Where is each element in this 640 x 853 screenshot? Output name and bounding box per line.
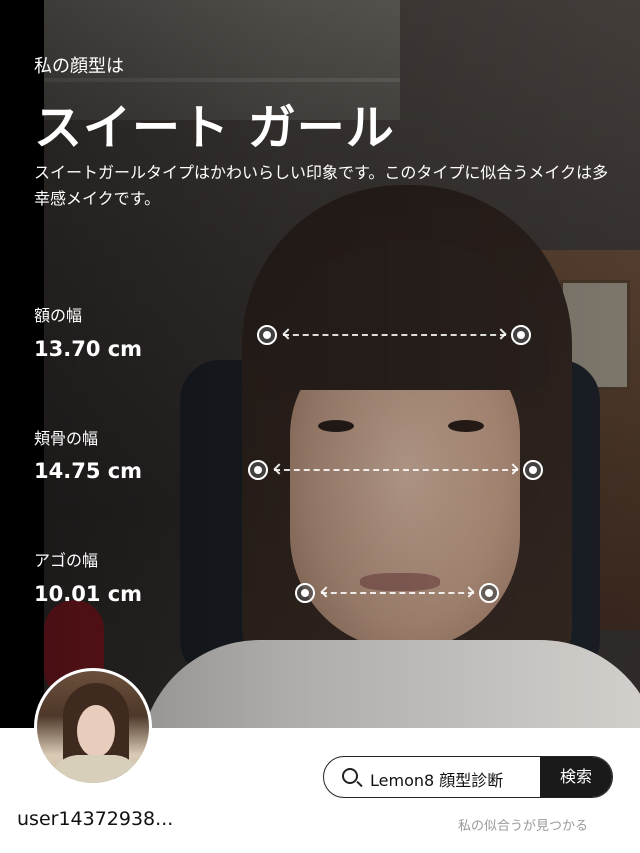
arrow-right-icon — [463, 586, 475, 598]
dot-icon — [511, 325, 531, 345]
arrow-left-icon — [320, 586, 332, 598]
search-button[interactable]: 検索 — [540, 757, 612, 797]
cheekbone-width-value: 14.75 cm — [34, 459, 143, 483]
search-icon — [342, 768, 358, 784]
arrow-left-icon — [282, 328, 294, 340]
forehead-width-label: 額の幅 — [34, 306, 83, 325]
dot-icon — [248, 460, 268, 480]
arrow-left-icon — [273, 463, 285, 475]
username[interactable]: user14372938... — [17, 808, 173, 830]
tagline: 私の似合うが見つかる — [458, 819, 589, 834]
avatar-jacket — [49, 755, 143, 783]
jaw-measure-line — [295, 583, 500, 607]
cheekbone-width-label: 頬骨の幅 — [34, 429, 99, 448]
avatar[interactable] — [34, 668, 152, 786]
avatar-face — [77, 705, 115, 757]
result-subtitle: 私の顔型は — [34, 56, 124, 77]
search-bar[interactable]: Lemon8 顔型診断 検索 — [323, 756, 613, 798]
dot-icon — [295, 583, 315, 603]
face-type-description: スイートガールタイプはかわいらしい印象です。このタイプに似合うメイクは多幸感メイ… — [34, 163, 609, 208]
dot-icon — [257, 325, 277, 345]
jaw-width-value: 10.01 cm — [34, 582, 143, 606]
result-overlay: 私の顔型は スイート ガール スイートガールタイプはかわいらしい印象です。このタ… — [0, 0, 640, 728]
forehead-width-value: 13.70 cm — [34, 337, 143, 361]
dot-icon — [523, 460, 543, 480]
dashed-line — [274, 469, 518, 471]
arrow-right-icon — [507, 463, 519, 475]
search-query[interactable]: Lemon8 顔型診断 — [370, 767, 503, 791]
cheekbone-measure-line — [248, 460, 544, 484]
dashed-line — [283, 334, 506, 336]
dashed-line — [321, 592, 474, 594]
dot-icon — [479, 583, 499, 603]
face-type-title: スイート ガール — [34, 100, 395, 156]
jaw-width-label: アゴの幅 — [34, 551, 99, 570]
arrow-right-icon — [495, 328, 507, 340]
forehead-measure-line — [257, 325, 532, 349]
